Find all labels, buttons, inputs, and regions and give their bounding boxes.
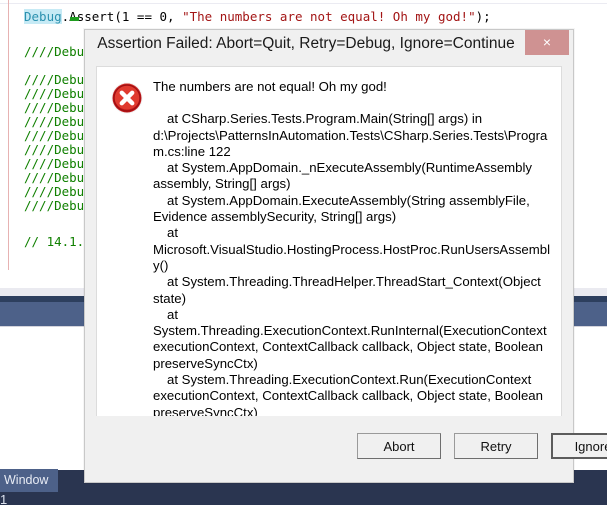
retry-button[interactable]: Retry — [454, 433, 538, 459]
code-line: ////Debug — [24, 73, 92, 87]
code-line: ////Debug — [24, 101, 92, 115]
stack-trace-line: at System.Threading.ThreadHelper.ThreadS… — [153, 274, 541, 306]
code-token: ////Debug — [24, 86, 92, 101]
code-line: ////Debug — [24, 143, 92, 157]
code-token: // 14.1. — [24, 234, 85, 249]
code-line: ////Debug — [24, 199, 92, 213]
code-token: ////Debug — [24, 198, 92, 213]
dialog-titlebar[interactable]: Assertion Failed: Abort=Quit, Retry=Debu… — [85, 30, 573, 61]
assertion-failed-dialog: Assertion Failed: Abort=Quit, Retry=Debu… — [84, 29, 607, 483]
code-line: ////Debug — [24, 171, 92, 185]
stack-trace-line: at CSharp.Series.Tests.Program.Main(Stri… — [153, 111, 548, 159]
stack-trace: at CSharp.Series.Tests.Program.Main(Stri… — [153, 111, 555, 440]
code-token: Debug — [24, 9, 62, 24]
taskbar-item-window[interactable]: Window — [0, 469, 59, 492]
dialog-button-bar: Abort Retry Ignore — [85, 416, 607, 482]
code-line: // 14.1. — [24, 235, 84, 249]
code-line: ////Debug — [24, 185, 92, 199]
code-line: ////Debug — [24, 115, 92, 129]
abort-button[interactable]: Abort — [357, 433, 441, 459]
code-token: "The numbers are not equal! Oh my god!" — [182, 9, 476, 24]
code-token: ////Debug — [24, 128, 92, 143]
taskbar-corner-glyph: 1 — [0, 492, 8, 505]
stack-trace-line: at System.Threading.ExecutionContext.Run… — [153, 372, 543, 420]
stack-trace-line: at System.Threading.ExecutionContext.Run… — [153, 306, 547, 371]
code-token: , — [167, 9, 183, 24]
code-token: ////Debug — [24, 170, 92, 185]
dialog-message-panel[interactable]: The numbers are not equal! Oh my god! at… — [96, 66, 562, 441]
code-token: ////Debug — [24, 100, 92, 115]
error-circle-icon — [110, 81, 144, 115]
code-marker-icon — [70, 17, 79, 21]
editor-change-bar — [8, 0, 9, 270]
code-line: ////Debug — [24, 129, 92, 143]
dialog-title: Assertion Failed: Abort=Quit, Retry=Debu… — [97, 35, 515, 52]
stack-trace-line: at System.AppDomain.ExecuteAssembly(Stri… — [153, 192, 530, 225]
screen-root: Debug.Assert(1 == 0, "The numbers are no… — [0, 0, 607, 505]
stack-trace-line: at System.AppDomain._nExecuteAssembly(Ru… — [153, 160, 533, 192]
code-line: Debug.Assert(1 == 0, "The numbers are no… — [24, 9, 491, 24]
code-line: ////Debug — [24, 157, 92, 171]
code-line: ////Debug — [24, 87, 92, 101]
message-text-block: The numbers are not equal! Oh my god! at… — [153, 79, 555, 440]
code-token: ////Debug — [24, 156, 92, 171]
ignore-button[interactable]: Ignore — [551, 433, 607, 459]
close-icon[interactable]: × — [525, 30, 569, 55]
error-headline: The numbers are not equal! Oh my god! — [153, 79, 387, 94]
code-token: ////Debug — [24, 142, 92, 157]
code-token: 0 — [159, 9, 168, 24]
code-token: == — [129, 9, 160, 24]
editor-top-divider — [0, 3, 607, 4]
code-token: ////Debug — [24, 184, 92, 199]
stack-trace-line: at Microsoft.VisualStudio.HostingProcess… — [153, 225, 550, 273]
code-token: ////Debug — [24, 72, 92, 87]
code-token: ); — [475, 9, 491, 24]
code-token: ////Debug — [24, 114, 92, 129]
